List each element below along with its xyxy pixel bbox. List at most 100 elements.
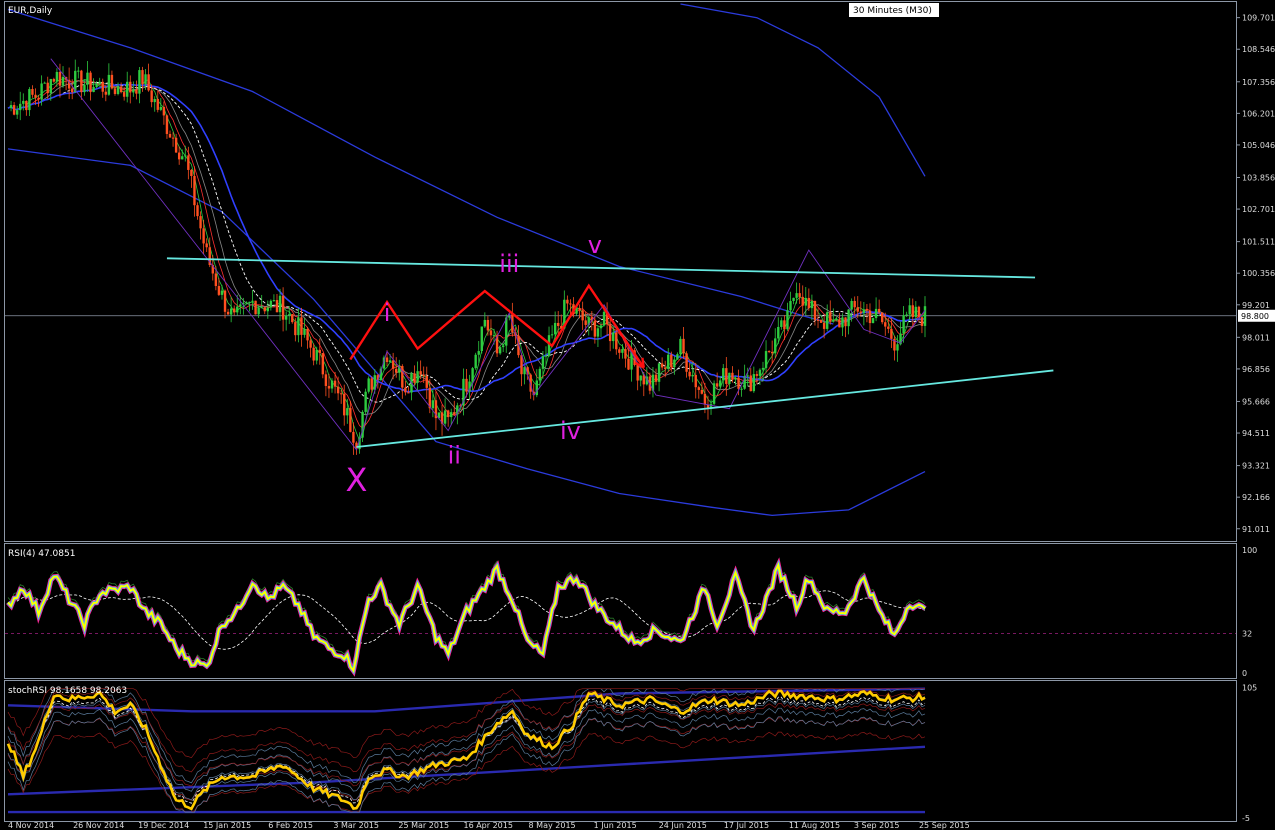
candle-body [288, 314, 291, 316]
candle-body [612, 332, 615, 342]
candle-body [205, 243, 208, 248]
wave-label-i: i [384, 299, 391, 327]
candle-body [722, 368, 725, 381]
candle-body [284, 315, 288, 320]
candle-body [190, 169, 193, 177]
candle-body [908, 305, 911, 315]
candle-body [578, 308, 581, 311]
candle-body [602, 311, 606, 326]
candle-body [278, 295, 282, 313]
candle-body [113, 88, 117, 94]
candle-body [147, 74, 150, 91]
candle-body [324, 374, 328, 386]
candle-body [83, 84, 86, 93]
stoch-red-line [7, 731, 926, 813]
candle-body [272, 300, 276, 302]
candle-body [92, 86, 95, 93]
current-price-label: 98.800 [1241, 312, 1269, 321]
outer-curve-line [680, 3, 926, 177]
candle-body [498, 347, 502, 354]
candle-body [19, 103, 22, 111]
candle-body [352, 431, 355, 443]
candle-body [881, 312, 884, 323]
candle-body [501, 345, 505, 348]
candle-body [260, 307, 263, 309]
candle-body [679, 338, 682, 355]
wave-label-ii: ii [448, 441, 461, 469]
candle-body [911, 305, 914, 317]
candle-body [453, 412, 456, 415]
candle-body [300, 317, 303, 335]
candle-body [856, 307, 859, 312]
candle-body [667, 354, 670, 369]
candle-body [294, 322, 297, 336]
candle-body [144, 74, 147, 85]
y-tick-label: 96.856 [1242, 365, 1270, 374]
candle-body [715, 383, 719, 387]
stoch-y-tick-label: -5 [1242, 814, 1250, 823]
candle-body [401, 366, 404, 388]
candle-body [804, 297, 807, 306]
candle-body [627, 358, 630, 370]
candle-body [654, 374, 658, 382]
x-tick-label: 15 Jan 2015 [203, 821, 251, 830]
candle-body [122, 92, 126, 97]
candle-body [474, 354, 477, 369]
candle-body [599, 325, 603, 329]
x-tick-label: 19 Dec 2014 [138, 821, 189, 830]
candle-body [538, 368, 542, 381]
candle-body [150, 90, 153, 103]
candle-body [385, 357, 389, 363]
candle-body [168, 133, 172, 138]
candle-body [847, 309, 850, 327]
candle-body [731, 372, 734, 380]
candle-body [89, 72, 92, 93]
candle-body [196, 205, 199, 217]
candle-body [550, 334, 554, 336]
y-tick-label: 99.201 [1242, 301, 1270, 310]
candle-body [593, 320, 597, 337]
candle-body [257, 307, 260, 315]
candle-body [236, 306, 239, 313]
candle-body [877, 308, 881, 313]
candle-body [214, 273, 218, 287]
candle-body [553, 322, 557, 335]
candle-body [248, 301, 251, 303]
candle-body [303, 329, 306, 335]
candle-body [636, 364, 639, 381]
candle-body [364, 391, 367, 412]
candle-body [700, 389, 704, 394]
y-tick-label: 109.701 [1242, 14, 1275, 23]
candle-body [841, 317, 844, 328]
candle-body [923, 306, 927, 326]
candle-body [138, 70, 141, 94]
candle-body [844, 317, 847, 327]
candle-body [780, 320, 783, 327]
candle-body [682, 338, 685, 354]
candle-body [315, 349, 318, 361]
candle-body [807, 297, 811, 309]
candle-body [77, 70, 80, 72]
candle-body [639, 375, 642, 381]
candle-body [816, 319, 820, 321]
price-chart[interactable]: iiiiiiivvX 109.701108.546107.356106.2011… [0, 0, 1275, 830]
candle-body [266, 307, 270, 312]
rsi-plot [5, 557, 1236, 677]
stoch-signal-line [7, 696, 926, 804]
candle-body [223, 290, 227, 312]
candle-body [642, 375, 645, 385]
candle-body [777, 326, 780, 339]
candle-body [813, 300, 817, 320]
x-tick-label: 3 Mar 2015 [333, 821, 379, 830]
candle-body [544, 355, 548, 357]
candle-body [728, 372, 731, 384]
candle-body [9, 105, 13, 109]
candle-body [810, 300, 814, 309]
candle-body [370, 378, 373, 390]
zigzag-line [50, 58, 926, 451]
candle-body [446, 410, 450, 418]
candle-body [835, 319, 838, 321]
moving-average-18 [7, 81, 926, 403]
candle-body [165, 115, 169, 134]
x-tick-label: 25 Mar 2015 [398, 821, 449, 830]
